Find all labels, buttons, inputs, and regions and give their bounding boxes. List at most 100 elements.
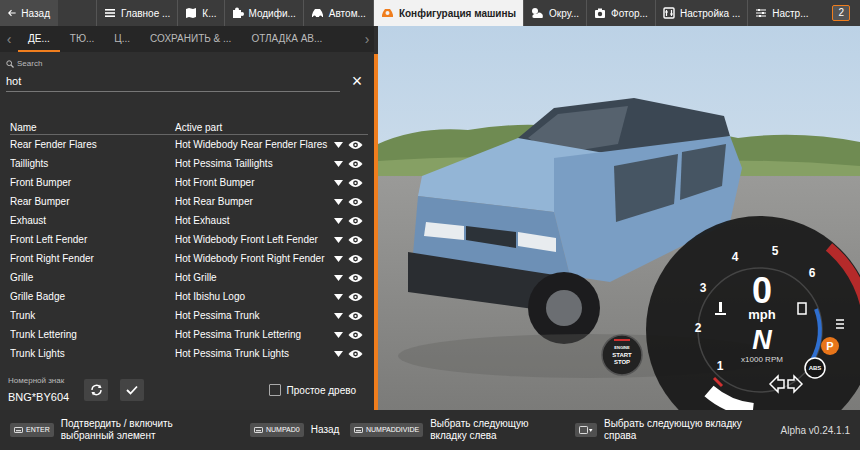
subtab[interactable]: ТЮ... [60,26,105,52]
eye-icon[interactable] [348,254,363,264]
active-part[interactable]: Hot Widebody Rear Fender Flares [175,137,334,152]
back-button[interactable]: Назад [0,0,58,26]
subtab-next[interactable]: › [360,26,374,52]
dropdown-arrow-icon[interactable] [334,142,343,148]
refresh-plate-button[interactable] [84,379,108,401]
menu-badge[interactable]: 2 [832,5,850,21]
table-row[interactable]: Grille BadgeHot Ibishu Logo [10,287,368,306]
top-bar-spacer [58,0,96,26]
simple-tree-option[interactable]: Простое древо [269,383,356,398]
key-label: NUMPAD0 [266,425,300,436]
active-part[interactable]: Hot Pessima Trunk [175,308,334,323]
table-row[interactable]: Trunk LetteringHot Pessima Trunk Letteri… [10,325,368,344]
dropdown-arrow-icon[interactable] [334,332,343,338]
search-icon [6,60,14,68]
parking-indicator: P [826,340,833,352]
parts-table: NameActive partRear Fender FlaresHot Wid… [0,120,374,363]
eye-icon[interactable] [348,140,363,150]
eye-icon[interactable] [348,273,363,283]
nav-tab[interactable]: Автом... [303,0,373,26]
table-row[interactable]: TaillightsHot Pessima Taillights [10,154,368,173]
active-part[interactable]: Hot Exhaust [175,213,334,228]
subtab[interactable]: СОХРАНИТЬ & ... [140,26,241,52]
key-label: NUMPADDIVIDE [366,425,419,436]
dropdown-arrow-icon[interactable] [334,256,343,262]
nav-tab-label: Главное ... [121,6,170,21]
car-config-icon [381,7,394,19]
active-part[interactable]: Hot Pessima Taillights [175,156,334,171]
eye-icon[interactable] [348,197,363,207]
car-icon [311,7,324,19]
subtab[interactable]: ОТЛАДКА АВ... [241,26,332,52]
eye-icon[interactable] [348,349,363,359]
table-row[interactable]: Rear Fender FlaresHot Widebody Rear Fend… [10,135,368,154]
nav-tab[interactable]: Окру... [523,0,586,26]
tuning-icon [663,7,675,19]
nav-tab[interactable]: К... [177,0,223,26]
eye-icon[interactable] [348,216,363,226]
simple-tree-label: Простое древо [287,383,356,398]
dropdown-arrow-icon[interactable] [334,161,343,167]
dropdown-arrow-icon[interactable] [334,199,343,205]
nav-tab[interactable]: Модифи... [224,0,303,26]
active-part[interactable]: Hot Widebody Front Left Fender [175,232,334,247]
dropdown-arrow-icon[interactable] [334,351,343,357]
weather-icon [531,7,544,19]
rpm-label: x1000 RPM [741,355,783,364]
table-row[interactable]: Rear BumperHot Rear Bumper [10,192,368,211]
dropdown-arrow-icon[interactable] [334,294,343,300]
hint-label: Выбрать следующую вкладку справа [604,418,765,442]
dropdown-arrow-icon[interactable] [334,313,343,319]
active-part[interactable]: Hot Ibishu Logo [175,289,334,304]
active-part[interactable]: Hot Pessima Trunk Lights [175,346,334,361]
nav-tab[interactable]: Конфигурация машины [373,0,523,26]
table-row[interactable]: Front BumperHot Front Bumper [10,173,368,192]
active-part[interactable]: Hot Front Bumper [175,175,334,190]
key-dropdown-icon [579,426,593,434]
active-part[interactable]: Hot Rear Bumper [175,194,334,209]
key-label: ENTER [26,425,50,436]
search-clear-button[interactable]: × [340,71,374,91]
active-part[interactable]: Hot Widebody Front Right Fender [175,251,334,266]
simple-tree-checkbox[interactable] [269,384,281,396]
apply-plate-button[interactable] [120,379,144,401]
part-name: Trunk [10,308,175,323]
subtab-bar: ‹ДЕ...ТЮ...Ц...СОХРАНИТЬ & ...ОТЛАДКА АВ… [0,26,374,52]
dropdown-arrow-icon[interactable] [334,237,343,243]
speed-unit: mph [748,307,776,322]
eye-icon[interactable] [348,178,363,188]
table-row[interactable]: Front Left FenderHot Widebody Front Left… [10,230,368,249]
table-row[interactable]: GrilleHot Grille [10,268,368,287]
table-row[interactable]: Trunk LightsHot Pessima Trunk Lights [10,344,368,363]
key-cap: NUMPAD0 [250,423,304,437]
dropdown-arrow-icon[interactable] [334,180,343,186]
rpm-tick: 2 [695,321,702,335]
dropdown-arrow-icon[interactable] [334,218,343,224]
part-name: Rear Bumper [10,194,175,209]
dropdown-arrow-icon[interactable] [334,275,343,281]
eye-icon[interactable] [348,235,363,245]
nav-tab[interactable]: Главное ... [96,0,177,26]
active-part[interactable]: Hot Grille [175,270,334,285]
plate-value[interactable]: BNG*BY604 [8,389,84,406]
search-input[interactable] [6,70,340,92]
vehicle-view[interactable]: 1234560mphNx1000 RPMABSPENGINESTARTSTOP [378,26,860,410]
speed-readout: 0 [752,270,772,311]
key-hint: ENTERПодтвердить / включить выбранный эл… [10,418,250,442]
eye-icon[interactable] [348,311,363,321]
nav-tab[interactable]: Настр... [747,0,815,26]
subtab[interactable]: Ц... [104,26,140,52]
rpm-tick: 4 [732,250,739,264]
subtab-prev[interactable]: ‹ [0,26,18,52]
eye-icon[interactable] [348,330,363,340]
nav-tab[interactable]: Настройка ... [655,0,747,26]
eye-icon[interactable] [348,292,363,302]
nav-tab-label: Настр... [772,6,808,21]
subtab[interactable]: ДЕ... [18,26,60,52]
eye-icon[interactable] [348,159,363,169]
active-part[interactable]: Hot Pessima Trunk Lettering [175,327,334,342]
nav-tab[interactable]: Фотор... [586,0,655,26]
table-row[interactable]: ExhaustHot Exhaust [10,211,368,230]
table-row[interactable]: Front Right FenderHot Widebody Front Rig… [10,249,368,268]
table-row[interactable]: TrunkHot Pessima Trunk [10,306,368,325]
